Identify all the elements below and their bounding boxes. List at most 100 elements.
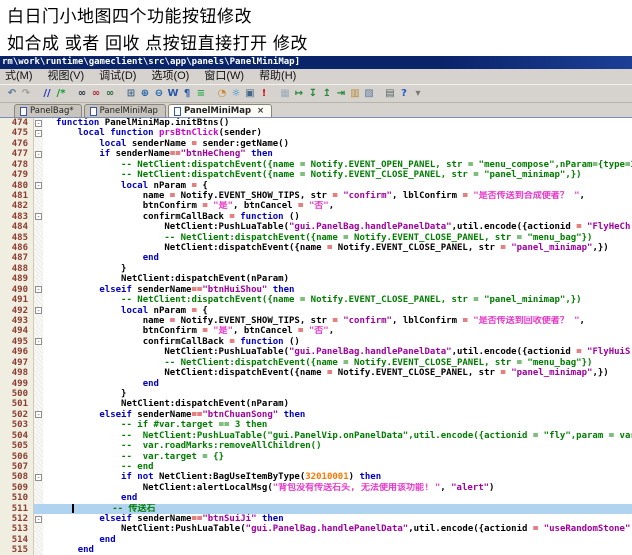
code-line[interactable]: 500 } <box>0 389 632 399</box>
code-line[interactable]: 488 } <box>0 264 632 274</box>
code-line[interactable]: 511 -- 传送石 <box>0 504 632 514</box>
code-line[interactable]: 478 -- NetClient:dispatchEvent({name = N… <box>0 160 632 170</box>
help-icon[interactable]: ? <box>397 86 411 101</box>
code-line[interactable]: 512- elseif senderName=="btnSuiJi" then <box>0 514 632 524</box>
find-in-files-icon[interactable]: ∞ <box>103 86 117 101</box>
watch-window-icon[interactable]: ▥ <box>348 86 362 101</box>
bookmark-icon[interactable]: ▧ <box>362 86 376 101</box>
code-line[interactable]: 490- elseif senderName=="btnHuiShou" the… <box>0 285 632 295</box>
zoom-in-icon[interactable]: ⊕ <box>138 86 152 101</box>
code-line[interactable]: 485 -- NetClient:dispatchEvent({name = N… <box>0 233 632 243</box>
word-wrap-icon[interactable]: W <box>166 86 180 101</box>
code-line[interactable]: 508- if not NetClient:BagUseItemByType(3… <box>0 472 632 482</box>
menu-item-window[interactable]: 窗口(W) <box>204 69 244 84</box>
code-line[interactable]: 499 end <box>0 379 632 389</box>
line-comment-icon[interactable]: // <box>40 86 54 101</box>
code-line[interactable]: 506 -- var.target = {} <box>0 452 632 462</box>
code-line[interactable]: 509 NetClient:alertLocalMsg("背包没有传送石头, 无… <box>0 483 632 493</box>
code-line[interactable]: 487 end <box>0 253 632 263</box>
tab-bar: PanelBag*PanelMiniMapPanelMiniMap× <box>0 103 632 117</box>
formatting-marks-icon[interactable]: ¶ <box>180 86 194 101</box>
code-line[interactable]: 484 NetClient:PushLuaTable("gui.PanelBag… <box>0 222 632 232</box>
step-into-icon[interactable]: ↧ <box>306 86 320 101</box>
fold-marker-icon[interactable]: - <box>35 411 42 418</box>
stop-icon[interactable]: ! <box>257 86 271 101</box>
code-line[interactable]: 479 -- NetClient:dispatchEvent({name = N… <box>0 170 632 180</box>
fold-marker-icon[interactable]: - <box>35 151 42 158</box>
code-line[interactable]: 491 -- NetClient:dispatchEvent({name = N… <box>0 295 632 305</box>
tab-panelminimap-1[interactable]: PanelMiniMap <box>84 104 166 117</box>
code-line[interactable]: 486 NetClient:dispatchEvent({name = Noti… <box>0 243 632 253</box>
output-window-icon[interactable]: ▣ <box>243 86 257 101</box>
fold-marker-icon[interactable]: - <box>35 182 42 189</box>
find-icon[interactable]: ∞ <box>75 86 89 101</box>
code-text: if senderName=="btnHeCheng" then <box>43 149 632 159</box>
code-line[interactable]: 477- if senderName=="btnHeCheng" then <box>0 149 632 159</box>
fold-margin: - <box>34 306 43 316</box>
code-line[interactable]: 498 NetClient:dispatchEvent({name = Noti… <box>0 368 632 378</box>
code-text: btnConfirm = "是", btnCancel = "否", <box>43 201 632 211</box>
line-number: 484 <box>0 222 34 232</box>
code-line[interactable]: 474-function PanelMiniMap.initBtns() <box>0 118 632 128</box>
code-editor[interactable]: 474-function PanelMiniMap.initBtns()475-… <box>0 117 632 555</box>
line-numbers-icon[interactable]: ≡ <box>194 86 208 101</box>
redo-icon[interactable]: ↷ <box>19 86 33 101</box>
code-line[interactable]: 497 -- NetClient:dispatchEvent({name = N… <box>0 358 632 368</box>
code-line[interactable]: 514 end <box>0 535 632 545</box>
code-line[interactable]: 515 end <box>0 545 632 555</box>
code-line[interactable]: 482 btnConfirm = "是", btnCancel = "否", <box>0 201 632 211</box>
code-line[interactable]: 480- local nParam = { <box>0 181 632 191</box>
code-line[interactable]: 475- local function prsBtnClick(sender) <box>0 128 632 138</box>
menu-item-debug[interactable]: 调试(D) <box>99 69 136 84</box>
code-line[interactable]: 495- confirmCallBack = function () <box>0 337 632 347</box>
undo-icon[interactable]: ↶ <box>5 86 19 101</box>
menu-item-format[interactable]: 式(M) <box>5 69 33 84</box>
code-line[interactable]: 496 NetClient:PushLuaTable("gui.PanelBag… <box>0 347 632 357</box>
fold-marker-icon[interactable]: - <box>35 516 42 523</box>
code-line[interactable]: 513 NetClient:PushLuaTable("gui.PanelBag… <box>0 524 632 534</box>
block-comment-icon[interactable]: /* <box>54 86 68 101</box>
run-icon[interactable]: ◔ <box>215 86 229 101</box>
fold-marker-icon[interactable]: - <box>35 286 42 293</box>
fold-marker-icon[interactable]: - <box>35 474 42 481</box>
fold-marker-icon[interactable]: - <box>35 338 42 345</box>
code-line[interactable]: 483- confirmCallBack = function () <box>0 212 632 222</box>
find-replace-icon[interactable]: ∞ <box>89 86 103 101</box>
code-line[interactable]: 489 NetClient:dispatchEvent(nParam) <box>0 274 632 284</box>
breakpoint-icon[interactable]: ▦ <box>278 86 292 101</box>
toolbar-overflow-icon[interactable]: ▾ <box>411 86 425 101</box>
fold-marker-icon[interactable]: - <box>35 307 42 314</box>
menu-item-help[interactable]: 帮助(H) <box>259 69 296 84</box>
line-number: 514 <box>0 535 34 545</box>
tab-panelbag[interactable]: PanelBag* <box>14 104 82 117</box>
close-tab-icon[interactable]: × <box>257 106 264 116</box>
line-number: 480 <box>0 181 34 191</box>
code-line[interactable]: 502- elseif senderName=="btnChuanSong" t… <box>0 410 632 420</box>
step-out-icon[interactable]: ↥ <box>320 86 334 101</box>
tab-panelminimap-2[interactable]: PanelMiniMap× <box>168 104 272 117</box>
window-titlebar[interactable]: rm\work\runtime\gameclient\src\app\panel… <box>0 56 632 69</box>
menu-item-options[interactable]: 选项(O) <box>151 69 189 84</box>
select-block-icon[interactable]: ⊞ <box>124 86 138 101</box>
step-over-icon[interactable]: ↦ <box>292 86 306 101</box>
code-line[interactable]: 503 -- if #var.target == 3 then <box>0 420 632 430</box>
code-line[interactable]: 476 local senderName = sender:getName() <box>0 139 632 149</box>
code-line[interactable]: 492- local nParam = { <box>0 306 632 316</box>
code-line[interactable]: 507 -- end <box>0 462 632 472</box>
code-line[interactable]: 494 btnConfirm = "是", btnCancel = "否", <box>0 326 632 336</box>
print-icon[interactable]: ▤ <box>383 86 397 101</box>
code-line[interactable]: 505 -- var.roadMarks:removeAllChildren() <box>0 441 632 451</box>
code-line[interactable]: 493 name = Notify.EVENT_SHOW_TIPS, str =… <box>0 316 632 326</box>
build-icon[interactable]: ☼ <box>229 86 243 101</box>
code-line[interactable]: 501 NetClient:dispatchEvent(nParam) <box>0 399 632 409</box>
run-to-cursor-icon[interactable]: ⇥ <box>334 86 348 101</box>
fold-marker-icon[interactable]: - <box>35 130 42 137</box>
fold-marker-icon[interactable]: - <box>35 120 42 127</box>
zoom-out-icon[interactable]: ⊖ <box>152 86 166 101</box>
code-line[interactable]: 504 -- NetClient:PushLuaTable("gui.Panel… <box>0 431 632 441</box>
line-number: 496 <box>0 347 34 357</box>
code-line[interactable]: 481 name = Notify.EVENT_SHOW_TIPS, str =… <box>0 191 632 201</box>
code-line[interactable]: 510 end <box>0 493 632 503</box>
menu-item-view[interactable]: 视图(V) <box>48 69 85 84</box>
fold-marker-icon[interactable]: - <box>35 213 42 220</box>
